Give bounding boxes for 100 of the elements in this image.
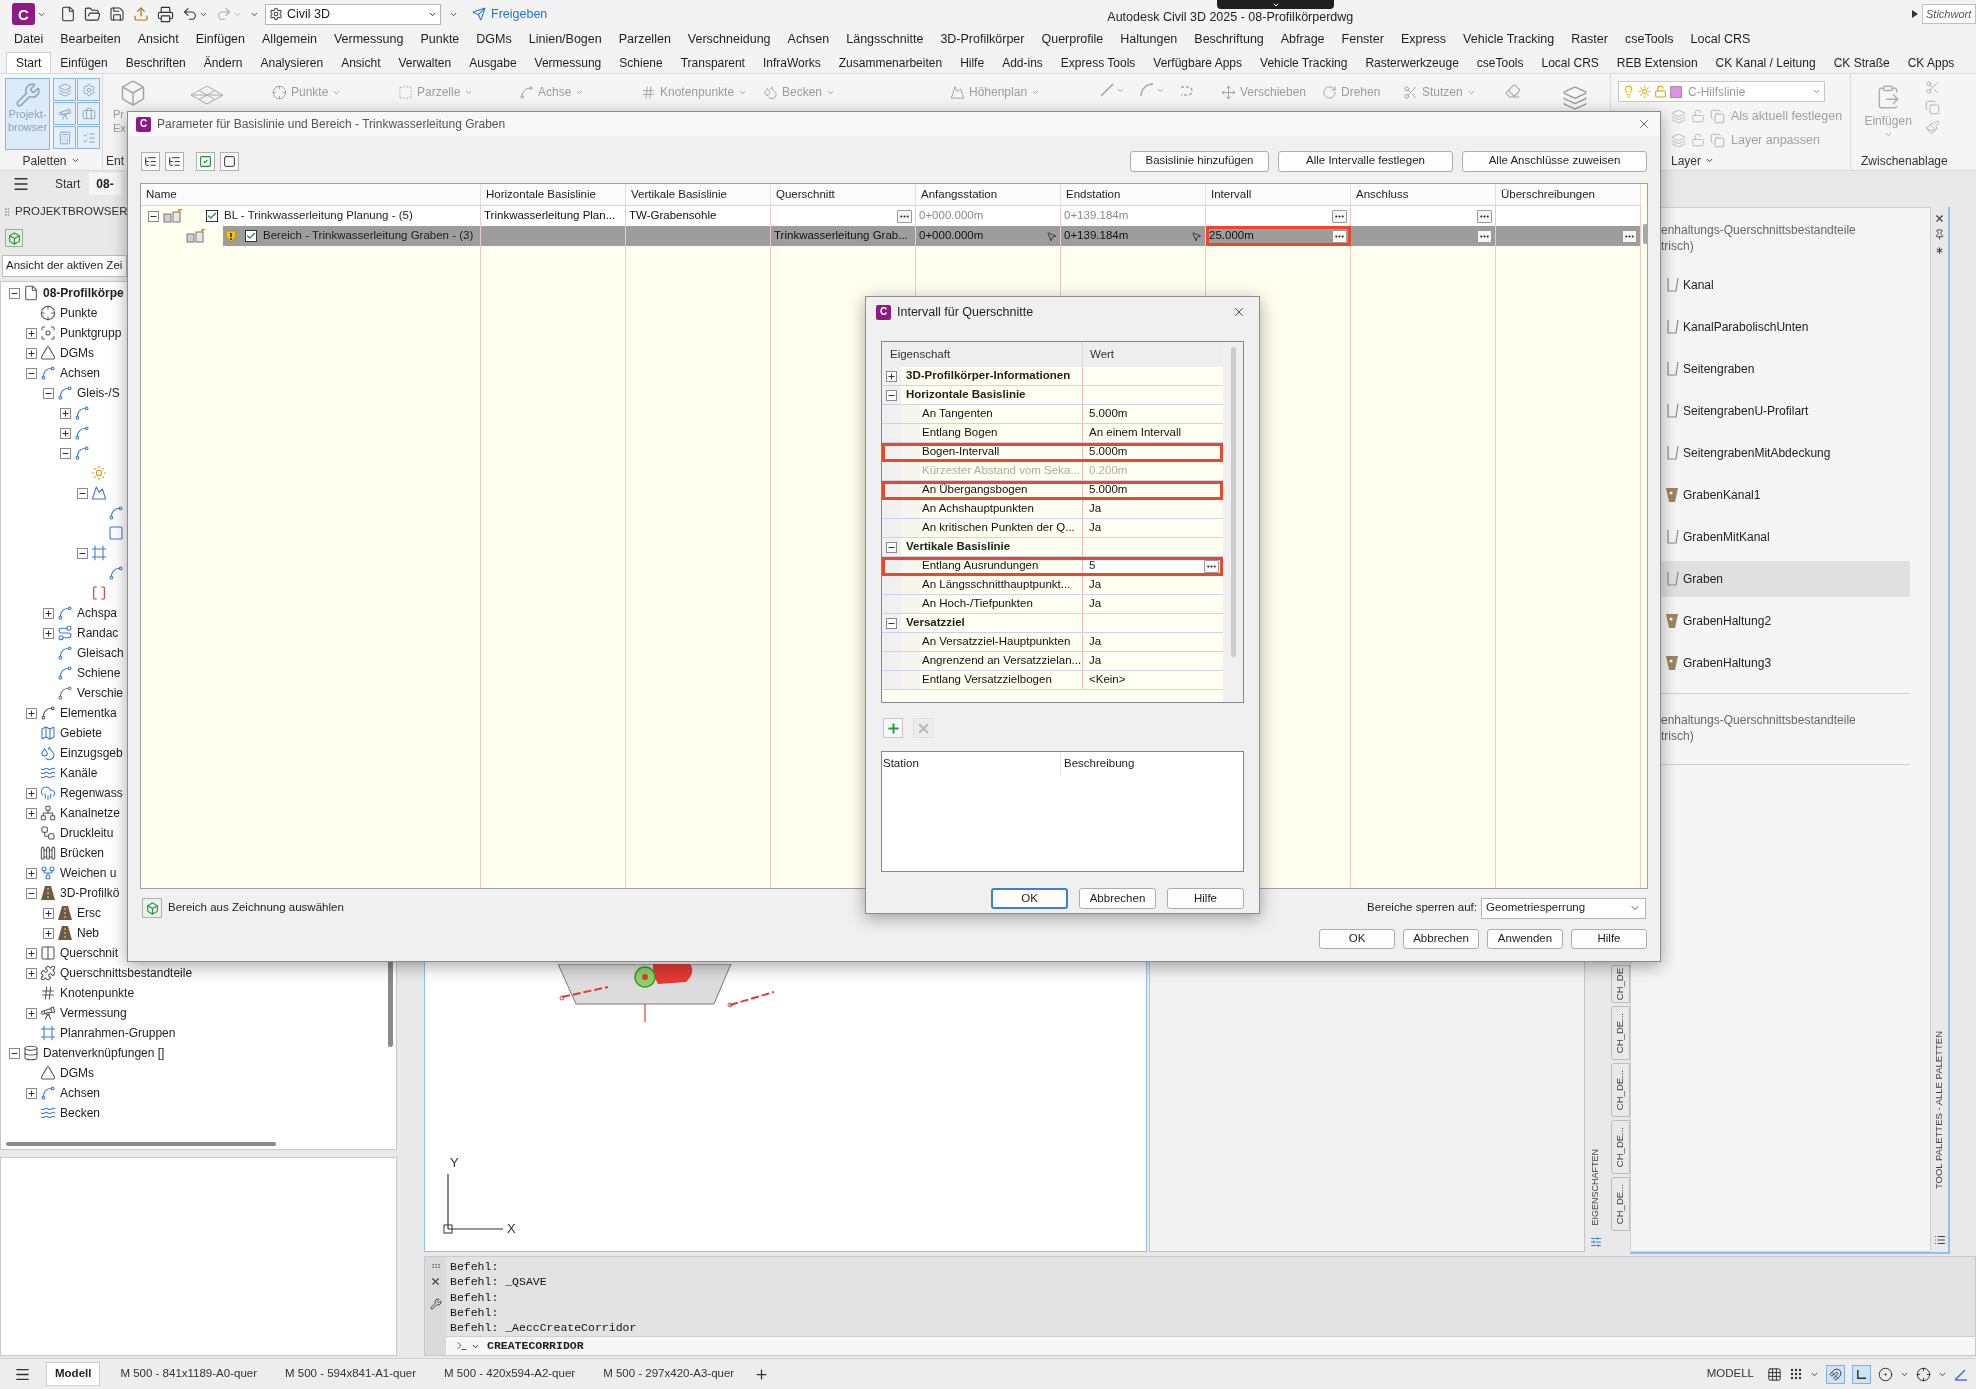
tree-item[interactable]: Knotenpunkte <box>60 984 135 1002</box>
menu-item[interactable]: Vehicle Tracking <box>1463 29 1555 49</box>
document-tab[interactable]: 08- <box>89 173 121 195</box>
document-tab[interactable]: Start <box>48 173 88 195</box>
column-header[interactable]: Beschreibung <box>1061 752 1243 776</box>
layers-icon[interactable] <box>1560 85 1590 111</box>
ribbon-tab[interactable]: Zusammenarbeiten <box>829 52 952 73</box>
checkbox[interactable] <box>206 210 218 222</box>
column-header[interactable]: Querschnitt <box>771 184 916 205</box>
column-header[interactable]: Anschluss <box>1351 184 1496 205</box>
layout-tab[interactable]: M 500 - 594x841-A1-quer <box>277 1362 425 1386</box>
action-button[interactable]: Basislinie hinzufügen <box>1130 150 1269 172</box>
tree-item[interactable]: Planrahmen-Gruppen <box>60 1024 176 1042</box>
tree-item[interactable]: Gebiete <box>60 724 103 742</box>
grid-icon[interactable] <box>1767 1366 1782 1382</box>
uncheck-all-button[interactable] <box>220 151 239 171</box>
ribbon-tab[interactable]: Ändern <box>194 52 252 73</box>
lock-dropdown[interactable]: Geometriesperrung <box>1481 897 1646 919</box>
add-button[interactable] <box>883 718 903 738</box>
ribbon-tab[interactable]: Transparent <box>671 52 754 73</box>
property-row[interactable]: An kritischen Punkten der Q... Ja <box>882 519 1223 538</box>
collapse-icon[interactable] <box>886 389 897 401</box>
cursor-icon[interactable] <box>1046 230 1057 242</box>
ribbon-tab[interactable]: Hilfe <box>951 52 994 73</box>
expand-icon[interactable] <box>26 707 37 719</box>
palette-item[interactable]: GrabenHaltung3 <box>1661 645 1910 681</box>
expand-all-button[interactable] <box>141 151 160 171</box>
property-row[interactable]: An Versatzziel-Hauptpunkten Ja <box>882 633 1223 652</box>
column-header[interactable]: Station <box>882 752 1061 776</box>
action-button[interactable]: Alle Intervalle festlegen <box>1278 150 1453 172</box>
property-row[interactable]: An Hoch-/Tiefpunkten Ja <box>882 595 1223 614</box>
tree-item[interactable]: Vermessung <box>60 1004 127 1022</box>
ribbon-tab[interactable]: REB Extension <box>1607 52 1707 73</box>
ribbon-tab[interactable]: Ansicht <box>332 52 390 73</box>
palette-toggle-button[interactable] <box>53 102 76 125</box>
expand-icon[interactable] <box>26 1087 37 1099</box>
pin-icon[interactable] <box>1934 229 1945 240</box>
menu-item[interactable]: cseTools <box>1624 29 1674 49</box>
expand-icon[interactable] <box>26 1007 37 1019</box>
scrollbar-thumb[interactable] <box>1642 224 1648 244</box>
palette-item[interactable]: GrabenKanal1 <box>1661 477 1910 513</box>
tree-item[interactable]: Weichen u <box>60 864 117 882</box>
expand-icon[interactable] <box>43 907 54 919</box>
menu-item[interactable]: Linien/Bogen <box>528 29 602 49</box>
new-file-icon[interactable] <box>60 6 76 22</box>
palette-toggle-button[interactable] <box>77 126 100 149</box>
open-folder-icon[interactable] <box>84 5 101 23</box>
menu-item[interactable]: Allgemein <box>262 29 317 49</box>
ellipsis-button[interactable] <box>897 209 912 223</box>
property-row[interactable]: An Längsschnitthauptpunkt... Ja <box>882 576 1223 595</box>
collapse-icon[interactable] <box>9 1047 20 1059</box>
toolbar-button[interactable] <box>5 229 23 247</box>
tree-item[interactable]: Punkte <box>60 304 98 322</box>
ribbon-tab[interactable]: Express Tools <box>1051 52 1145 73</box>
column-header[interactable]: Überschreibungen <box>1496 184 1641 205</box>
sliders-icon[interactable] <box>1590 1236 1602 1248</box>
expand-icon[interactable] <box>60 407 71 419</box>
menu-item[interactable]: Ansicht <box>137 29 179 49</box>
tree-item[interactable]: Achsen <box>60 1084 101 1102</box>
menu-item[interactable]: Fenster <box>1341 29 1384 49</box>
tree-item[interactable]: Becken <box>60 1104 101 1122</box>
ribbon-tab[interactable]: CK Straße <box>1824 52 1899 73</box>
property-row[interactable]: An Tangenten 5.000m <box>882 405 1223 424</box>
search-field[interactable]: Stichwort <box>1922 4 1976 24</box>
palette-tab[interactable]: CH_DE... <box>1611 1006 1630 1060</box>
expand-icon[interactable] <box>26 787 37 799</box>
tree-item[interactable]: Neb <box>77 924 99 942</box>
menu-item[interactable]: Haltungen <box>1120 29 1178 49</box>
property-row[interactable]: Entlang Ausrundungen 5 <box>882 557 1223 576</box>
asterisk-icon[interactable] <box>1934 245 1945 256</box>
tree-item[interactable]: Kanalnetze <box>60 804 121 822</box>
expand-icon[interactable] <box>60 427 71 439</box>
scrollbar-thumb[interactable] <box>1230 347 1236 657</box>
ellipsis-button[interactable] <box>1477 229 1492 243</box>
value-field[interactable]: 5 <box>1083 558 1204 574</box>
collapse-icon[interactable] <box>886 617 897 629</box>
menu-item[interactable]: 3D-Profilkörper <box>940 29 1025 49</box>
layout-tab[interactable]: M 500 - 297x420-A3-quer <box>595 1362 743 1386</box>
menu-item[interactable]: Abfrage <box>1280 29 1325 49</box>
tree-item[interactable]: Gleisach <box>77 644 124 662</box>
tree-item[interactable]: Elementka <box>60 704 117 722</box>
palette-item[interactable]: GrabenMitKanal <box>1661 519 1910 555</box>
tree-item[interactable]: Regenwass <box>60 784 123 802</box>
palette-tab[interactable]: CH_DE... <box>1611 1177 1630 1231</box>
ribbon-tab[interactable]: Beschriften <box>116 52 195 73</box>
ribbon-tab[interactable]: Verwalten <box>389 52 461 73</box>
tree-item[interactable]: Achspa <box>77 604 118 622</box>
menu-item[interactable]: Punkte <box>420 29 460 49</box>
pick-button[interactable] <box>142 898 162 918</box>
menu-item[interactable]: Parzellen <box>618 29 671 49</box>
scrollbar-thumb[interactable] <box>6 1142 276 1146</box>
mode-label[interactable]: MODELL <box>1706 1365 1754 1383</box>
tree-item[interactable]: Einzugsgeb <box>60 744 123 762</box>
tree-item[interactable]: Schiene <box>77 664 121 682</box>
menu-item[interactable]: Einfügen <box>195 29 245 49</box>
workspace-dropdown[interactable]: Civil 3D <box>265 3 441 25</box>
menu-item[interactable]: Raster <box>1571 29 1608 49</box>
collapse-icon[interactable] <box>26 367 37 379</box>
ribbon-tab[interactable]: CK Apps <box>1898 52 1964 73</box>
palette-toggle-button[interactable] <box>53 78 76 101</box>
